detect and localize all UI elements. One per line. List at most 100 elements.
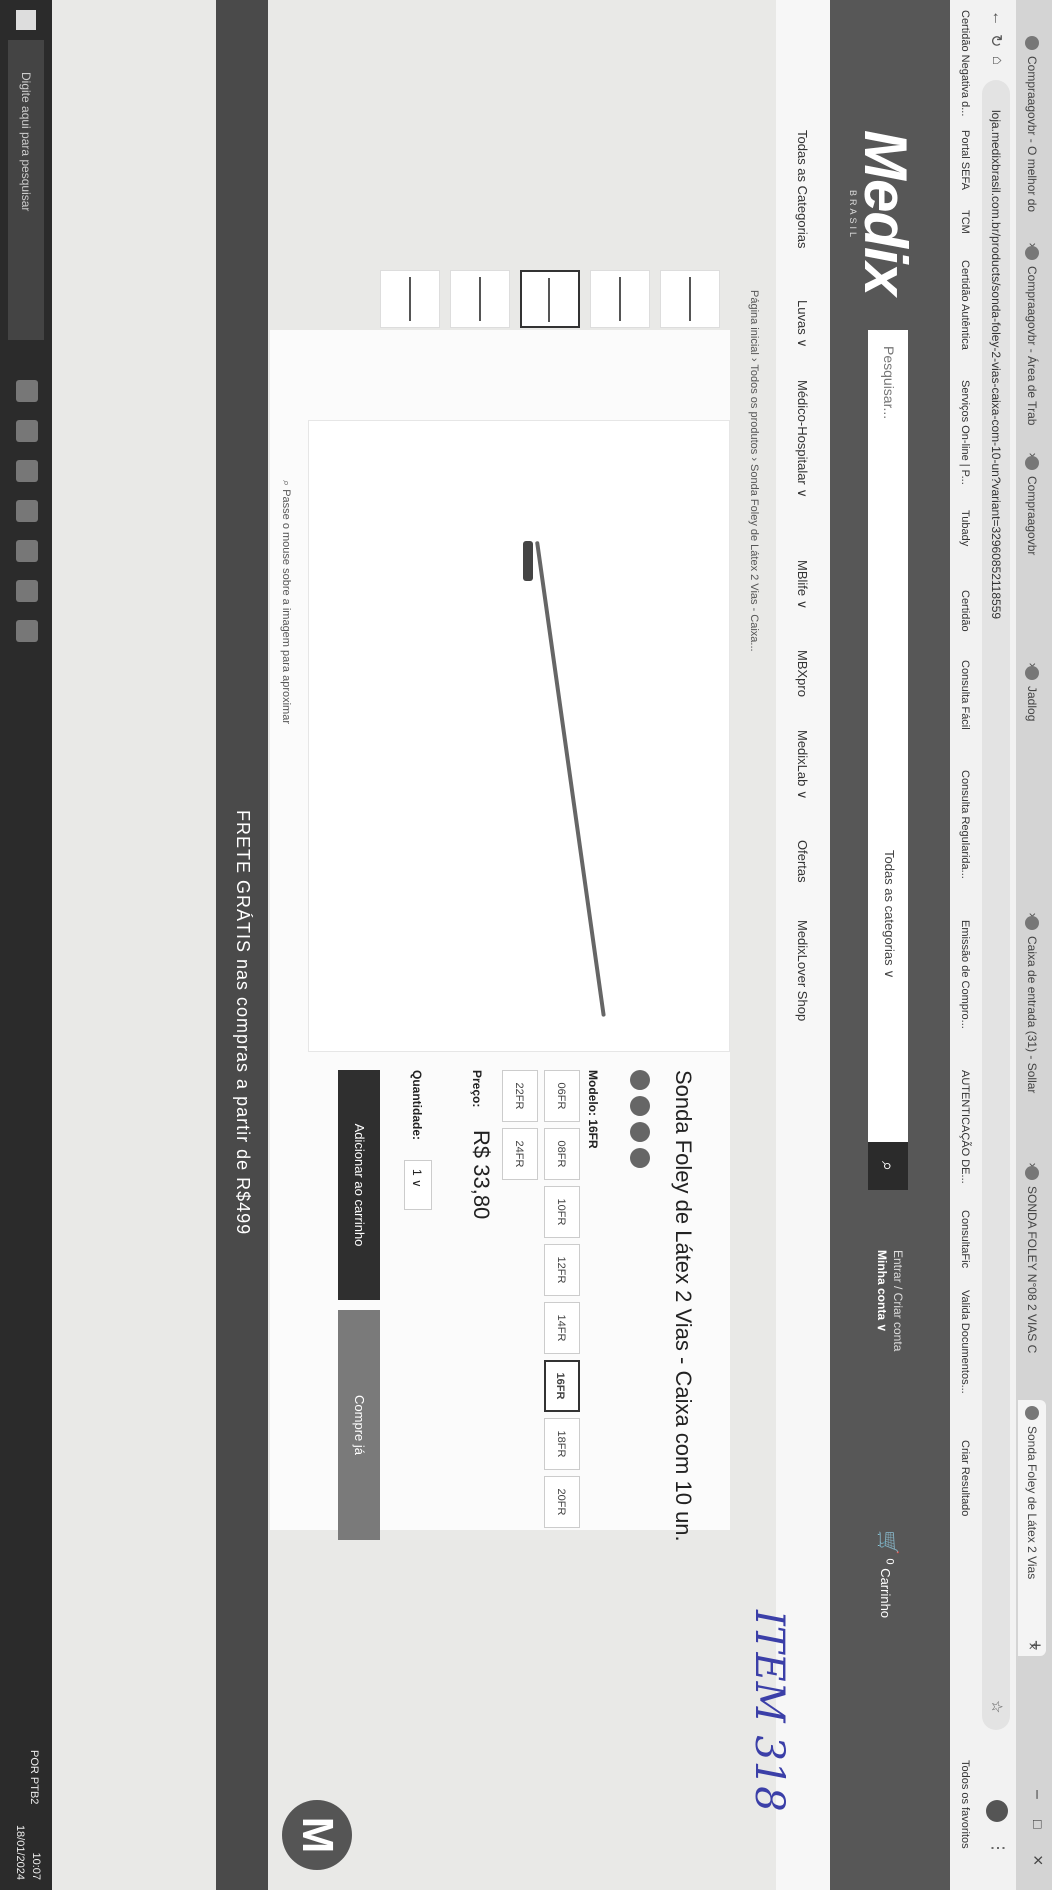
medix-logo[interactable]: Medix xyxy=(851,130,920,295)
size-option[interactable]: 12FR xyxy=(544,1244,580,1296)
maximize-button[interactable]: □ xyxy=(1030,1820,1046,1828)
bookmark[interactable]: Certidão xyxy=(959,590,971,632)
search-category-select[interactable]: Todas as categorias ∨ xyxy=(881,850,897,979)
search-icon: ⌕ xyxy=(878,1160,898,1172)
browser-tab-bar: Compraagovbr - O melhor do× Compraagovbr… xyxy=(1016,0,1052,1890)
breadcrumb[interactable]: Página inicial › Todos os produtos › Son… xyxy=(748,290,760,652)
tab[interactable]: Compraagovbr - O melhor do× xyxy=(1018,30,1046,256)
size-option[interactable]: 06FR xyxy=(544,1070,580,1122)
nav-all-categories[interactable]: Todas as Categorias xyxy=(795,130,810,249)
tab[interactable]: SONDA FOLEY N°08 2 VIAS C× xyxy=(1018,1160,1046,1416)
facebook-icon[interactable] xyxy=(630,1070,650,1090)
size-option[interactable]: 22FR xyxy=(502,1070,538,1122)
buy-now-button[interactable]: Compre já xyxy=(338,1310,380,1540)
size-option[interactable]: 08FR xyxy=(544,1128,580,1180)
app-icon[interactable] xyxy=(16,540,38,562)
file-explorer-icon[interactable] xyxy=(16,420,38,442)
home-icon[interactable]: ⌂ xyxy=(989,56,1006,65)
task-view-icon[interactable] xyxy=(16,380,38,402)
bookmark[interactable]: Portal SEFA xyxy=(959,130,971,190)
reload-icon[interactable]: ↻ xyxy=(986,34,1006,47)
medix-m-badge[interactable]: M xyxy=(282,1800,352,1870)
nav-mblife[interactable]: MBlife ∨ xyxy=(794,560,810,609)
tab[interactable]: Compraagovbr× xyxy=(1018,450,1046,676)
site-icon xyxy=(1025,36,1039,50)
catheter-connector-image xyxy=(523,541,533,581)
quantity-select[interactable]: 1 ∨ xyxy=(404,1160,432,1210)
product-thumbnail[interactable] xyxy=(590,270,650,328)
cart-label: Carrinho xyxy=(878,1568,893,1619)
language-indicator[interactable]: POR PTB2 xyxy=(26,1750,42,1804)
tab[interactable]: Caixa de entrada (31) - Sollar× xyxy=(1018,910,1046,1176)
window-close-button[interactable]: × xyxy=(1027,1855,1048,1866)
add-to-cart-button[interactable]: Adicionar ao carrinho xyxy=(338,1070,380,1300)
price-label: Preço: xyxy=(470,1070,484,1108)
star-icon[interactable]: ☆ xyxy=(988,1700,1006,1713)
nav-medico-hospitalar[interactable]: Médico-Hospitalar ∨ xyxy=(794,380,810,498)
bookmark[interactable]: Serviços On-line | P... xyxy=(959,380,971,485)
size-option-selected[interactable]: 16FR xyxy=(544,1360,580,1412)
catheter-image xyxy=(619,277,621,321)
zoom-hint: ⌕ Passe o mouse sobre a imagem para apro… xyxy=(280,480,292,724)
search-button[interactable]: ⌕ xyxy=(868,1142,908,1190)
size-option[interactable]: 20FR xyxy=(544,1476,580,1528)
tab-active[interactable]: Sonda Foley de Látex 2 Vias × xyxy=(1018,1400,1046,1656)
bookmark[interactable]: AUTENTICAÇÃO DE... xyxy=(959,1070,971,1184)
bookmark[interactable]: Tubady xyxy=(959,510,971,546)
bookmark-all-folder[interactable]: Todos os favoritos xyxy=(959,1760,971,1849)
size-option[interactable]: 18FR xyxy=(544,1418,580,1470)
app-icon[interactable] xyxy=(16,580,38,602)
avatar[interactable] xyxy=(986,1800,1008,1822)
size-option[interactable]: 24FR xyxy=(502,1128,538,1180)
free-shipping-banner: FRETE GRÁTIS nas compras a partir de R$4… xyxy=(216,0,268,1890)
url-field[interactable]: loja.medixbrasil.com.br/products/sonda-f… xyxy=(982,80,1010,1730)
bookmark[interactable]: Valida Documentos... xyxy=(959,1290,971,1394)
nav-medixlab[interactable]: MedixLab ∨ xyxy=(794,730,810,800)
windows-start-icon[interactable] xyxy=(16,10,36,30)
product-main-image[interactable] xyxy=(308,420,730,1052)
nav-mbxpro[interactable]: MBXpro xyxy=(795,650,810,697)
product-thumbnail-selected[interactable] xyxy=(520,270,580,328)
back-icon[interactable]: ← xyxy=(988,10,1006,26)
bookmark[interactable]: Certidão Autêntica xyxy=(959,260,971,350)
chrome-icon[interactable] xyxy=(16,460,38,482)
bookmark[interactable]: Consulta Regularida... xyxy=(959,770,971,879)
product-thumbnail[interactable] xyxy=(380,270,440,328)
product-section: ⌕ Passe o mouse sobre a imagem para apro… xyxy=(270,270,730,1542)
email-icon[interactable] xyxy=(630,1148,650,1168)
bookmark[interactable]: Criar Resultado xyxy=(959,1440,971,1516)
product-thumbnail[interactable] xyxy=(450,270,510,328)
taskbar-search-input[interactable]: Digite aqui para pesquisar xyxy=(8,40,44,340)
nav-medixlover-shop[interactable]: MedixLover Shop xyxy=(795,920,810,1021)
minimize-button[interactable]: – xyxy=(1028,1790,1046,1799)
handwritten-annotation: ITEM 318 xyxy=(746,1610,792,1812)
bookmark[interactable]: TCM xyxy=(959,210,971,234)
tab[interactable]: Compraagovbr - Área de Trab× xyxy=(1018,240,1046,466)
menu-icon[interactable]: ⋮ xyxy=(988,1840,1008,1856)
taskbar-clock[interactable]: 10:07 18/01/2024 xyxy=(12,1810,44,1880)
catheter-image xyxy=(689,277,691,321)
catheter-image xyxy=(479,277,481,321)
site-header: Medix BRASIL Pesquisar... Todas as categ… xyxy=(830,0,950,1890)
product-thumbnail[interactable] xyxy=(660,270,720,328)
size-option[interactable]: 10FR xyxy=(544,1186,580,1238)
price: R$ 33,80 xyxy=(469,1130,494,1220)
nav-ofertas[interactable]: Ofertas xyxy=(795,840,810,883)
app-icon[interactable] xyxy=(16,620,38,642)
site-icon xyxy=(1025,1166,1039,1180)
bookmark[interactable]: ConsultaFic xyxy=(959,1210,971,1268)
cart-button[interactable]: 🛒 0 Carrinho xyxy=(875,1530,900,1618)
account-menu[interactable]: Entrar / Criar conta Minha conta ∨ xyxy=(874,1250,906,1351)
twitter-icon[interactable] xyxy=(630,1096,650,1116)
tab[interactable]: Jadlog× xyxy=(1018,660,1046,926)
cart-icon: 🛒 xyxy=(876,1530,898,1555)
new-tab-button[interactable]: + xyxy=(1025,1640,1046,1651)
bookmark[interactable]: Emissão de Compro... xyxy=(959,920,971,1029)
bookmark[interactable]: Certidão Negativa d... xyxy=(959,10,971,116)
pinterest-icon[interactable] xyxy=(630,1122,650,1142)
size-option[interactable]: 14FR xyxy=(544,1302,580,1354)
edge-icon[interactable] xyxy=(16,500,38,522)
nav-luvas[interactable]: Luvas ∨ xyxy=(794,300,810,348)
bookmark[interactable]: Consulta Fácil xyxy=(959,660,971,730)
search-input[interactable]: Pesquisar... xyxy=(881,346,897,419)
